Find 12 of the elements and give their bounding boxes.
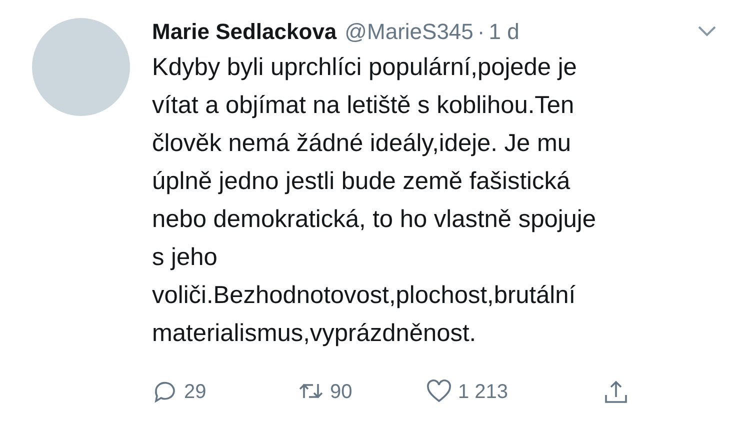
author-name: Marie Sedlackova [152, 18, 337, 46]
retweet-count: 90 [330, 380, 352, 405]
like-count: 1 213 [458, 380, 508, 405]
share-icon[interactable] [603, 379, 629, 405]
chevron-down-icon[interactable] [697, 25, 717, 37]
tweet-time: 1 d [488, 18, 520, 46]
speech-bubble-icon[interactable] [152, 379, 178, 405]
tweet-text: Kdyby byli uprchlíci populární,pojede je vítat a objímat na letiště s koblihou.Ten člověk nemá žádné ideály,ideje. Je mu úplně jedno jestli bude země fašistická nebo demokratická, to ho vlastně spojuje s jeho voliči.Bezhodnotovost,plochost,brutální materialismus,vyprázdněnost. [152, 53, 597, 349]
reply-count: 29 [184, 380, 206, 405]
heart-icon[interactable] [426, 379, 452, 405]
author-handle: @MarieS345 [344, 18, 474, 46]
separator: · [477, 18, 485, 46]
